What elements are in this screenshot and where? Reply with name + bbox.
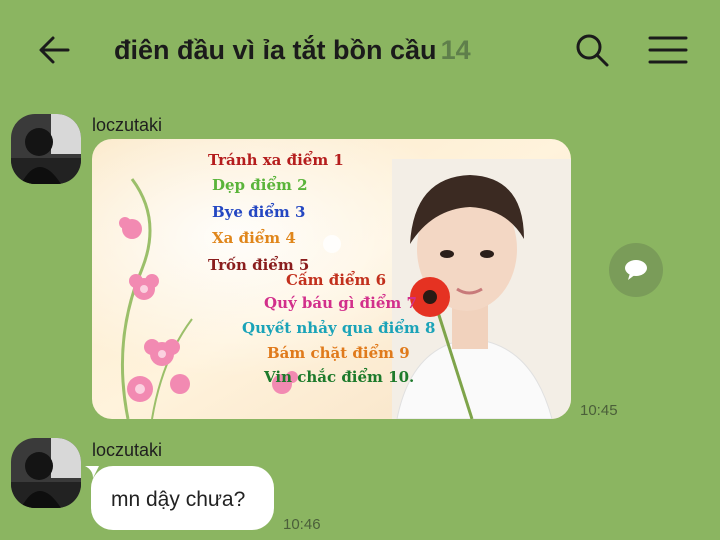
poster-line: Xa điểm 4 xyxy=(212,229,296,247)
message-time: 10:46 xyxy=(283,516,321,533)
text-message-bubble[interactable]: mn dậy chưa? xyxy=(91,466,274,530)
menu-button[interactable] xyxy=(647,30,689,70)
image-message[interactable]: Tránh xa điểm 1 Dẹp điểm 2 Bye điểm 3 Xa… xyxy=(92,139,571,419)
message-text: mn dậy chưa? xyxy=(111,488,246,511)
poster-image: Tránh xa điểm 1 Dẹp điểm 2 Bye điểm 3 Xa… xyxy=(92,139,571,419)
chat-name: điên đầu vì ỉa tắt bồn cầu xyxy=(114,35,437,65)
hamburger-menu-icon xyxy=(648,36,688,64)
sender-name: loczutaki xyxy=(92,115,163,135)
sender-avatar[interactable] xyxy=(11,438,81,508)
poster-line: Vin chắc điểm 10. xyxy=(263,368,414,386)
search-button[interactable] xyxy=(572,30,612,70)
poster-line: Bye điểm 3 xyxy=(212,203,305,221)
back-button[interactable] xyxy=(34,30,74,70)
poster-line: Dẹp điểm 2 xyxy=(212,176,308,194)
poster-line: Tránh xa điểm 1 xyxy=(208,151,344,169)
message-time: 10:45 xyxy=(580,402,618,419)
chat-bubble-icon xyxy=(625,260,647,280)
share-button[interactable] xyxy=(609,243,663,297)
poster-line: Quyết nhảy qua điểm 8 xyxy=(242,319,435,337)
poster-line: Quý báu gì điểm 7 xyxy=(264,294,417,312)
chat-header: điên đầu vì ỉa tắt bồn cầu 14 xyxy=(0,0,720,100)
arrow-left-icon xyxy=(39,36,70,64)
search-icon xyxy=(576,34,609,67)
sender-name: loczutaki xyxy=(92,440,163,460)
poster-line: Bám chặt điểm 9 xyxy=(267,344,410,362)
chat-title[interactable]: điên đầu vì ỉa tắt bồn cầu 14 xyxy=(114,35,471,66)
sender-avatar[interactable] xyxy=(11,114,81,184)
member-count: 14 xyxy=(440,35,471,65)
poster-line: Cấm điểm 6 xyxy=(286,271,386,289)
